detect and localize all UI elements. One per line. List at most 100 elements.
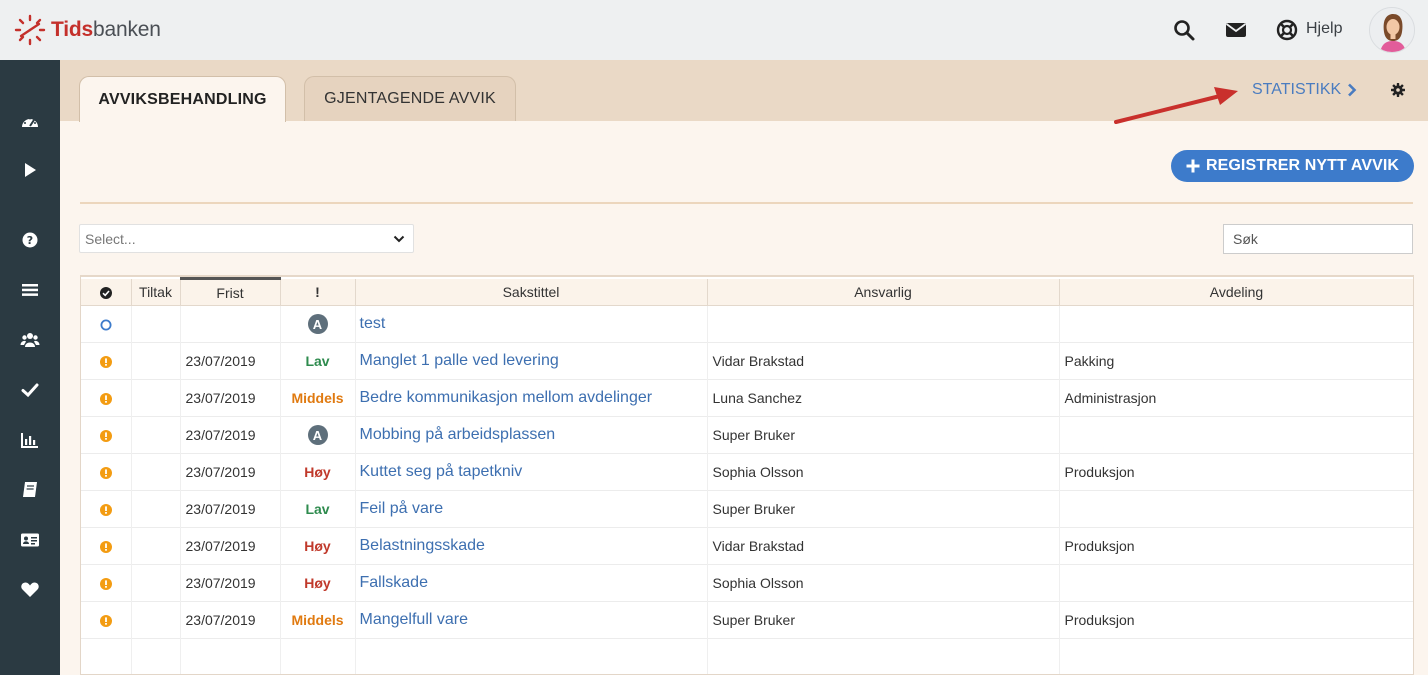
priority-cell: A xyxy=(280,305,356,343)
case-title-link[interactable]: Mangelfull vare xyxy=(355,601,708,639)
header-sakstittel[interactable]: Sakstittel xyxy=(355,278,708,306)
table-row[interactable]: 23/07/2019 Middels Bedre kommunikasjon mel… xyxy=(81,379,1413,417)
deadline-cell: 23/07/2019 xyxy=(180,416,281,454)
list-icon[interactable] xyxy=(20,280,40,300)
statistics-link[interactable]: STATISTIKK xyxy=(1252,81,1357,99)
bar-chart-icon[interactable] xyxy=(20,430,40,450)
filter-select[interactable]: Select... xyxy=(79,224,414,253)
id-card-icon[interactable] xyxy=(20,530,40,550)
lifebuoy-icon[interactable] xyxy=(1275,18,1299,42)
priority-cell xyxy=(280,638,356,674)
table-row[interactable]: 23/07/2019 Lav Manglet 1 palle ved leverin… xyxy=(81,342,1413,380)
case-title-link[interactable]: test xyxy=(355,305,708,343)
header-frist[interactable]: Frist xyxy=(180,277,281,306)
priority-cell: Lav xyxy=(280,342,356,380)
department-cell: Produksjon xyxy=(1059,601,1413,639)
department-cell: Pakking xyxy=(1059,342,1413,380)
priority-label: Høy xyxy=(304,464,331,480)
status-cell xyxy=(81,453,132,491)
tab-gjentagende-avvik[interactable]: GJENTAGENDE AVVIK xyxy=(304,76,516,121)
tiltak-cell xyxy=(131,564,181,602)
status-cell xyxy=(81,601,132,639)
case-title-link[interactable]: Belastningsskade xyxy=(355,527,708,565)
tiltak-cell xyxy=(131,416,181,454)
search-icon[interactable] xyxy=(1172,18,1196,42)
mail-icon[interactable] xyxy=(1224,18,1248,42)
table-row[interactable]: 23/07/2019 Høy Belastningsskade Vidar Braks… xyxy=(81,527,1413,565)
warning-icon xyxy=(99,393,112,406)
check-icon[interactable] xyxy=(20,380,40,400)
deadline-cell: 23/07/2019 xyxy=(180,453,281,491)
tiltak-cell xyxy=(131,342,181,380)
deadline-cell: 23/07/2019 xyxy=(180,379,281,417)
header-priority[interactable]: ! xyxy=(280,278,356,306)
book-icon[interactable] xyxy=(20,480,40,500)
search-input[interactable] xyxy=(1223,224,1413,254)
svg-text:?: ? xyxy=(27,234,33,247)
department-cell xyxy=(1059,490,1413,528)
play-icon[interactable] xyxy=(20,160,40,180)
department-cell: Produksjon xyxy=(1059,527,1413,565)
department-cell xyxy=(1059,564,1413,602)
table-header-row: Tiltak Frist ! Sakstittel Ansvarlig Avde… xyxy=(81,277,1413,306)
priority-label: Høy xyxy=(304,575,331,591)
header-ansvarlig[interactable]: Ansvarlig xyxy=(707,278,1060,306)
gear-icon[interactable] xyxy=(1390,82,1406,98)
warning-icon xyxy=(99,467,112,480)
chevron-right-icon xyxy=(1348,83,1357,97)
department-cell xyxy=(1059,416,1413,454)
avatar-image xyxy=(1370,8,1414,52)
users-icon[interactable] xyxy=(20,330,40,350)
table-row[interactable]: 23/07/2019 A Mobbing på arbeidsplassen Supe… xyxy=(81,416,1413,454)
table-row[interactable]: 23/07/2019 Middels Mangelfull vare Super Br… xyxy=(81,601,1413,639)
table-row[interactable]: 23/07/2019 Lav Feil på vare Super Bruker xyxy=(81,490,1413,528)
department-cell xyxy=(1059,305,1413,343)
plus-icon xyxy=(1186,159,1200,173)
warning-icon xyxy=(99,541,112,554)
priority-cell: Middels xyxy=(280,379,356,417)
responsible-cell: Super Bruker xyxy=(707,416,1060,454)
table-row[interactable] xyxy=(81,638,1413,674)
tiltak-cell xyxy=(131,638,181,674)
help-link[interactable]: Hjelp xyxy=(1306,20,1342,38)
top-bar: Tidsbanken Hjelp xyxy=(0,0,1428,60)
tiltak-cell xyxy=(131,527,181,565)
dashboard-icon[interactable] xyxy=(20,112,40,132)
priority-label: Middels xyxy=(291,390,344,406)
department-cell: Administrasjon xyxy=(1059,379,1413,417)
register-new-deviation-button[interactable]: REGISTRER NYTT AVVIK xyxy=(1171,150,1414,182)
responsible-cell: Sophia Olsson xyxy=(707,453,1060,491)
warning-icon xyxy=(99,578,112,591)
divider xyxy=(80,202,1413,204)
warning-icon xyxy=(99,430,112,443)
user-avatar[interactable] xyxy=(1369,7,1415,53)
table-row[interactable]: 23/07/2019 Høy Fallskade Sophia Olsson xyxy=(81,564,1413,602)
case-title-link[interactable]: Kuttet seg på tapetkniv xyxy=(355,453,708,491)
priority-label: Lav xyxy=(305,501,330,517)
case-title-link[interactable]: Bedre kommunikasjon mellom avdelinger xyxy=(355,379,708,417)
status-cell xyxy=(81,416,132,454)
case-title-link xyxy=(355,638,708,674)
priority-label: Lav xyxy=(305,353,330,369)
case-title-link[interactable]: Fallskade xyxy=(355,564,708,602)
header-status[interactable] xyxy=(81,278,132,306)
table-row[interactable]: Atest xyxy=(81,305,1413,343)
case-title-link[interactable]: Mobbing på arbeidsplassen xyxy=(355,416,708,454)
status-cell xyxy=(81,564,132,602)
priority-label: Middels xyxy=(291,612,344,628)
header-avdeling[interactable]: Avdeling xyxy=(1059,278,1413,306)
case-title-link[interactable]: Manglet 1 palle ved levering xyxy=(355,342,708,380)
case-title-link[interactable]: Feil på vare xyxy=(355,490,708,528)
logo[interactable]: Tidsbanken xyxy=(14,14,161,46)
question-icon[interactable]: ? xyxy=(20,230,40,250)
table-row[interactable]: 23/07/2019 Høy Kuttet seg på tapetkniv Soph… xyxy=(81,453,1413,491)
heart-icon[interactable] xyxy=(20,580,40,600)
tiltak-cell xyxy=(131,379,181,417)
register-button-label: REGISTRER NYTT AVVIK xyxy=(1205,157,1400,174)
tiltak-cell xyxy=(131,453,181,491)
priority-cell: Lav xyxy=(280,490,356,528)
tab-avviksbehandling[interactable]: AVVIKSBEHANDLING xyxy=(79,76,286,122)
header-tiltak[interactable]: Tiltak xyxy=(131,278,181,306)
deadline-cell: 23/07/2019 xyxy=(180,342,281,380)
deadline-cell: 23/07/2019 xyxy=(180,564,281,602)
